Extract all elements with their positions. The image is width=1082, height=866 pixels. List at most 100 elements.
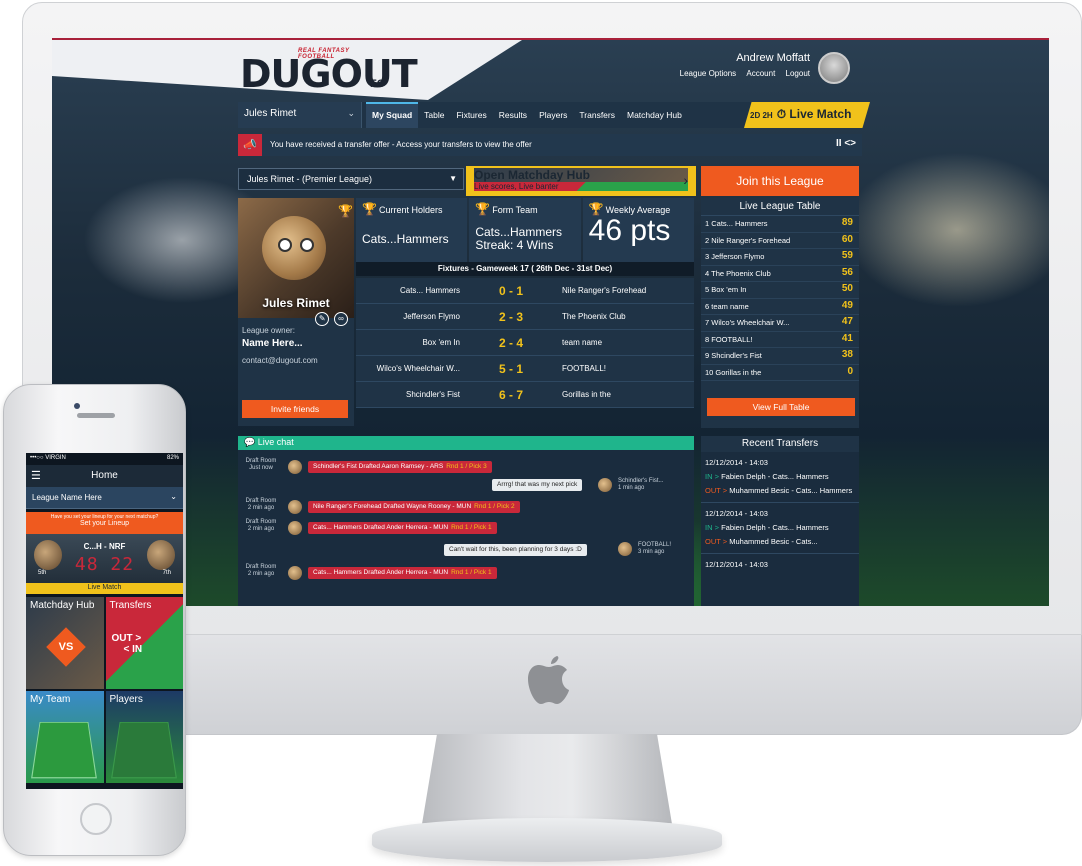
chat-room-label: Draft Room 2 min ago (240, 519, 282, 533)
tab-table[interactable]: Table (418, 102, 450, 128)
live-countdown: 2D 2H (750, 111, 773, 120)
edit-icon[interactable]: ✎ (315, 312, 330, 326)
nav-tabs: My Squad Table Fixtures Results Players … (366, 102, 688, 128)
tab-matchday-hub[interactable]: Matchday Hub (621, 102, 688, 128)
draft-text: Schindler's Fist Drafted Aaron Ramsey - … (313, 463, 444, 470)
live-match-card[interactable]: C...H - NRF 48 22 5th 7th Live Match (26, 534, 183, 594)
front-camera (74, 403, 80, 409)
table-row[interactable]: 10 Gorillas in the 0 (701, 365, 859, 381)
fixture-row[interactable]: Jefferson Flymo 2 - 3 The Phoenix Club (356, 304, 694, 330)
room-name: Draft Room (245, 498, 277, 504)
table-row[interactable]: 3 Jefferson Flymo 59 (701, 249, 859, 266)
fixture-row[interactable]: Shcindler's Fist 6 - 7 Gorillas in the (356, 382, 694, 408)
transfer-item[interactable]: 12/12/2014 - 14:03 IN > Fabien Delph - C… (701, 503, 859, 554)
chat-room-label: Draft Room Just now (240, 458, 282, 472)
transfer-date: 12/12/2014 - 14:03 (705, 458, 768, 467)
competition-dropdown[interactable]: Jules Rimet - (Premier League) ▼ (238, 168, 464, 190)
out-text: OUT > (111, 633, 142, 644)
tile-players[interactable]: Players (105, 691, 183, 783)
draft-round: Rnd 1 / Pick 1 (451, 524, 492, 531)
table-row[interactable]: 4 The Phoenix Club 56 (701, 266, 859, 282)
tile-label: My Team (30, 694, 71, 705)
live-chat-header[interactable]: 💬 Live chat (238, 436, 694, 450)
view-full-table-button[interactable]: View Full Table (707, 398, 855, 416)
table-points: 38 (841, 349, 853, 360)
draft-round: Rnd 1 / Pick 1 (451, 569, 492, 576)
vs-text: VS (58, 641, 74, 653)
tab-players[interactable]: Players (533, 102, 573, 128)
table-row[interactable]: 6 team name 49 (701, 299, 859, 315)
team-avatar: 🏆 Jules Rimet (238, 198, 354, 318)
table-row[interactable]: 9 Shcindler's Fist 38 (701, 348, 859, 365)
fixtures-title: Fixtures - Gameweek 17 ( 26th Dec - 31st… (356, 262, 694, 276)
table-row[interactable]: 2 Nile Ranger's Forehead 60 (701, 233, 859, 249)
transfer-in: Fabien Delph - Cats... Hammers (721, 523, 829, 532)
league-stats: 🏆 Current Holders Cats...Hammers 🏆 Form Te… (356, 198, 694, 262)
table-row[interactable]: 7 Wilco's Wheelchair W... 47 (701, 315, 859, 332)
table-team: 6 team name (705, 301, 749, 311)
tile-my-team[interactable]: My Team (26, 691, 104, 783)
live-match-button[interactable]: 2D 2H ⏱ Live Match (744, 102, 870, 128)
table-points: 49 (841, 299, 853, 311)
owner-label: League owner: (242, 326, 295, 335)
fixture-row[interactable]: Box 'em In 2 - 4 team name (356, 330, 694, 356)
home-button[interactable] (80, 803, 112, 835)
table-points: 89 (841, 217, 853, 228)
tile-matchday-hub[interactable]: Matchday Hub VS (26, 597, 104, 689)
mobile-screen: •••○○ VIRGIN 82% ☰ Home League Name Here… (26, 453, 183, 789)
table-team: 10 Gorillas in the (705, 367, 762, 377)
fixture-away: The Phoenix Club (562, 312, 626, 321)
share-icon[interactable]: ∞ (334, 312, 348, 326)
draft-round: Rnd 1 / Pick 2 (474, 503, 515, 510)
league-options-link[interactable]: League Options (680, 69, 737, 78)
alert-controls[interactable]: II <> (836, 138, 856, 149)
fixture-home: Jefferson Flymo (403, 312, 460, 321)
tab-transfers[interactable]: Transfers (573, 102, 621, 128)
chat-sender: FOOTBALL! 3 min ago (638, 542, 671, 556)
logout-link[interactable]: Logout (786, 69, 810, 78)
table-row[interactable]: 8 FOOTBALL! 41 (701, 332, 859, 348)
table-row[interactable]: 5 Box 'em In 50 (701, 282, 859, 299)
account-link[interactable]: Account (746, 69, 775, 78)
join-league-button[interactable]: Join this League (701, 166, 859, 196)
transfer-alert-bar[interactable]: 📣 You have received a transfer offer - A… (238, 134, 862, 156)
earpiece (77, 413, 115, 418)
transfer-date: 12/12/2014 - 14:03 (705, 509, 768, 518)
tab-fixtures[interactable]: Fixtures (450, 102, 492, 128)
table-team: 1 Cats... Hammers (705, 219, 768, 228)
tab-my-squad[interactable]: My Squad (366, 102, 419, 128)
open-matchday-hub-button[interactable]: Open Matchday Hub Live scores, Live bant… (466, 166, 696, 196)
table-row[interactable]: 1 Cats... Hammers 89 (701, 216, 859, 233)
avatar (598, 478, 612, 492)
owner-email[interactable]: contact@dugout.com (242, 356, 318, 365)
tile-transfers[interactable]: Transfers OUT > < IN (105, 597, 183, 689)
sender-time: 1 min ago (618, 485, 645, 491)
invite-friends-button[interactable]: Invite friends (242, 400, 348, 418)
home-rank: 5th (38, 570, 47, 576)
chat-bubble-icon: 💬 (244, 437, 256, 447)
league-dropdown[interactable]: Jules Rimet ⌄ (238, 102, 362, 128)
fixture-row[interactable]: Wilco's Wheelchair W... 5 - 1 FOOTBALL! (356, 356, 694, 382)
transfer-item[interactable]: 12/12/2014 - 14:03 IN > Fabien Delph - C… (701, 452, 859, 503)
hamburger-icon[interactable]: ☰ (31, 469, 41, 482)
set-lineup-banner[interactable]: Have you set your lineup for your next m… (26, 512, 183, 534)
eye-right (300, 238, 314, 252)
room-time: 2 min ago (247, 526, 275, 532)
main-navbar: Jules Rimet ⌄ My Squad Table Fixtures Re… (238, 102, 870, 128)
transfer-out: Muhammed Besic - Cats... Hammers (729, 486, 853, 495)
room-name: Draft Room (245, 564, 277, 570)
matchday-hub-subtitle: Live scores, Live banter (474, 182, 688, 191)
fixture-row[interactable]: Cats... Hammers 0 - 1 Nile Ranger's Fore… (356, 278, 694, 304)
mobile-menu-grid: Matchday Hub VS Transfers OUT > < IN My T… (26, 597, 183, 783)
room-time: Just now (249, 465, 273, 471)
owner-name: Name Here... (242, 338, 303, 349)
user-avatar[interactable] (818, 52, 850, 84)
room-time: 2 min ago (247, 571, 275, 577)
transfer-item[interactable]: 12/12/2014 - 14:03 (701, 554, 859, 576)
mobile-league-value: League Name Here (32, 493, 102, 502)
mobile-league-dropdown[interactable]: League Name Here ⌄ (26, 487, 183, 509)
tab-results[interactable]: Results (493, 102, 533, 128)
team-profile-card: 🏆 Jules Rimet ✎ ∞ League owner: Name Her… (238, 198, 354, 426)
table-team: 8 FOOTBALL! (705, 334, 753, 344)
dugout-logo[interactable]: REAL FANTASY FOOTBALL DUGOUT FC (238, 48, 418, 100)
